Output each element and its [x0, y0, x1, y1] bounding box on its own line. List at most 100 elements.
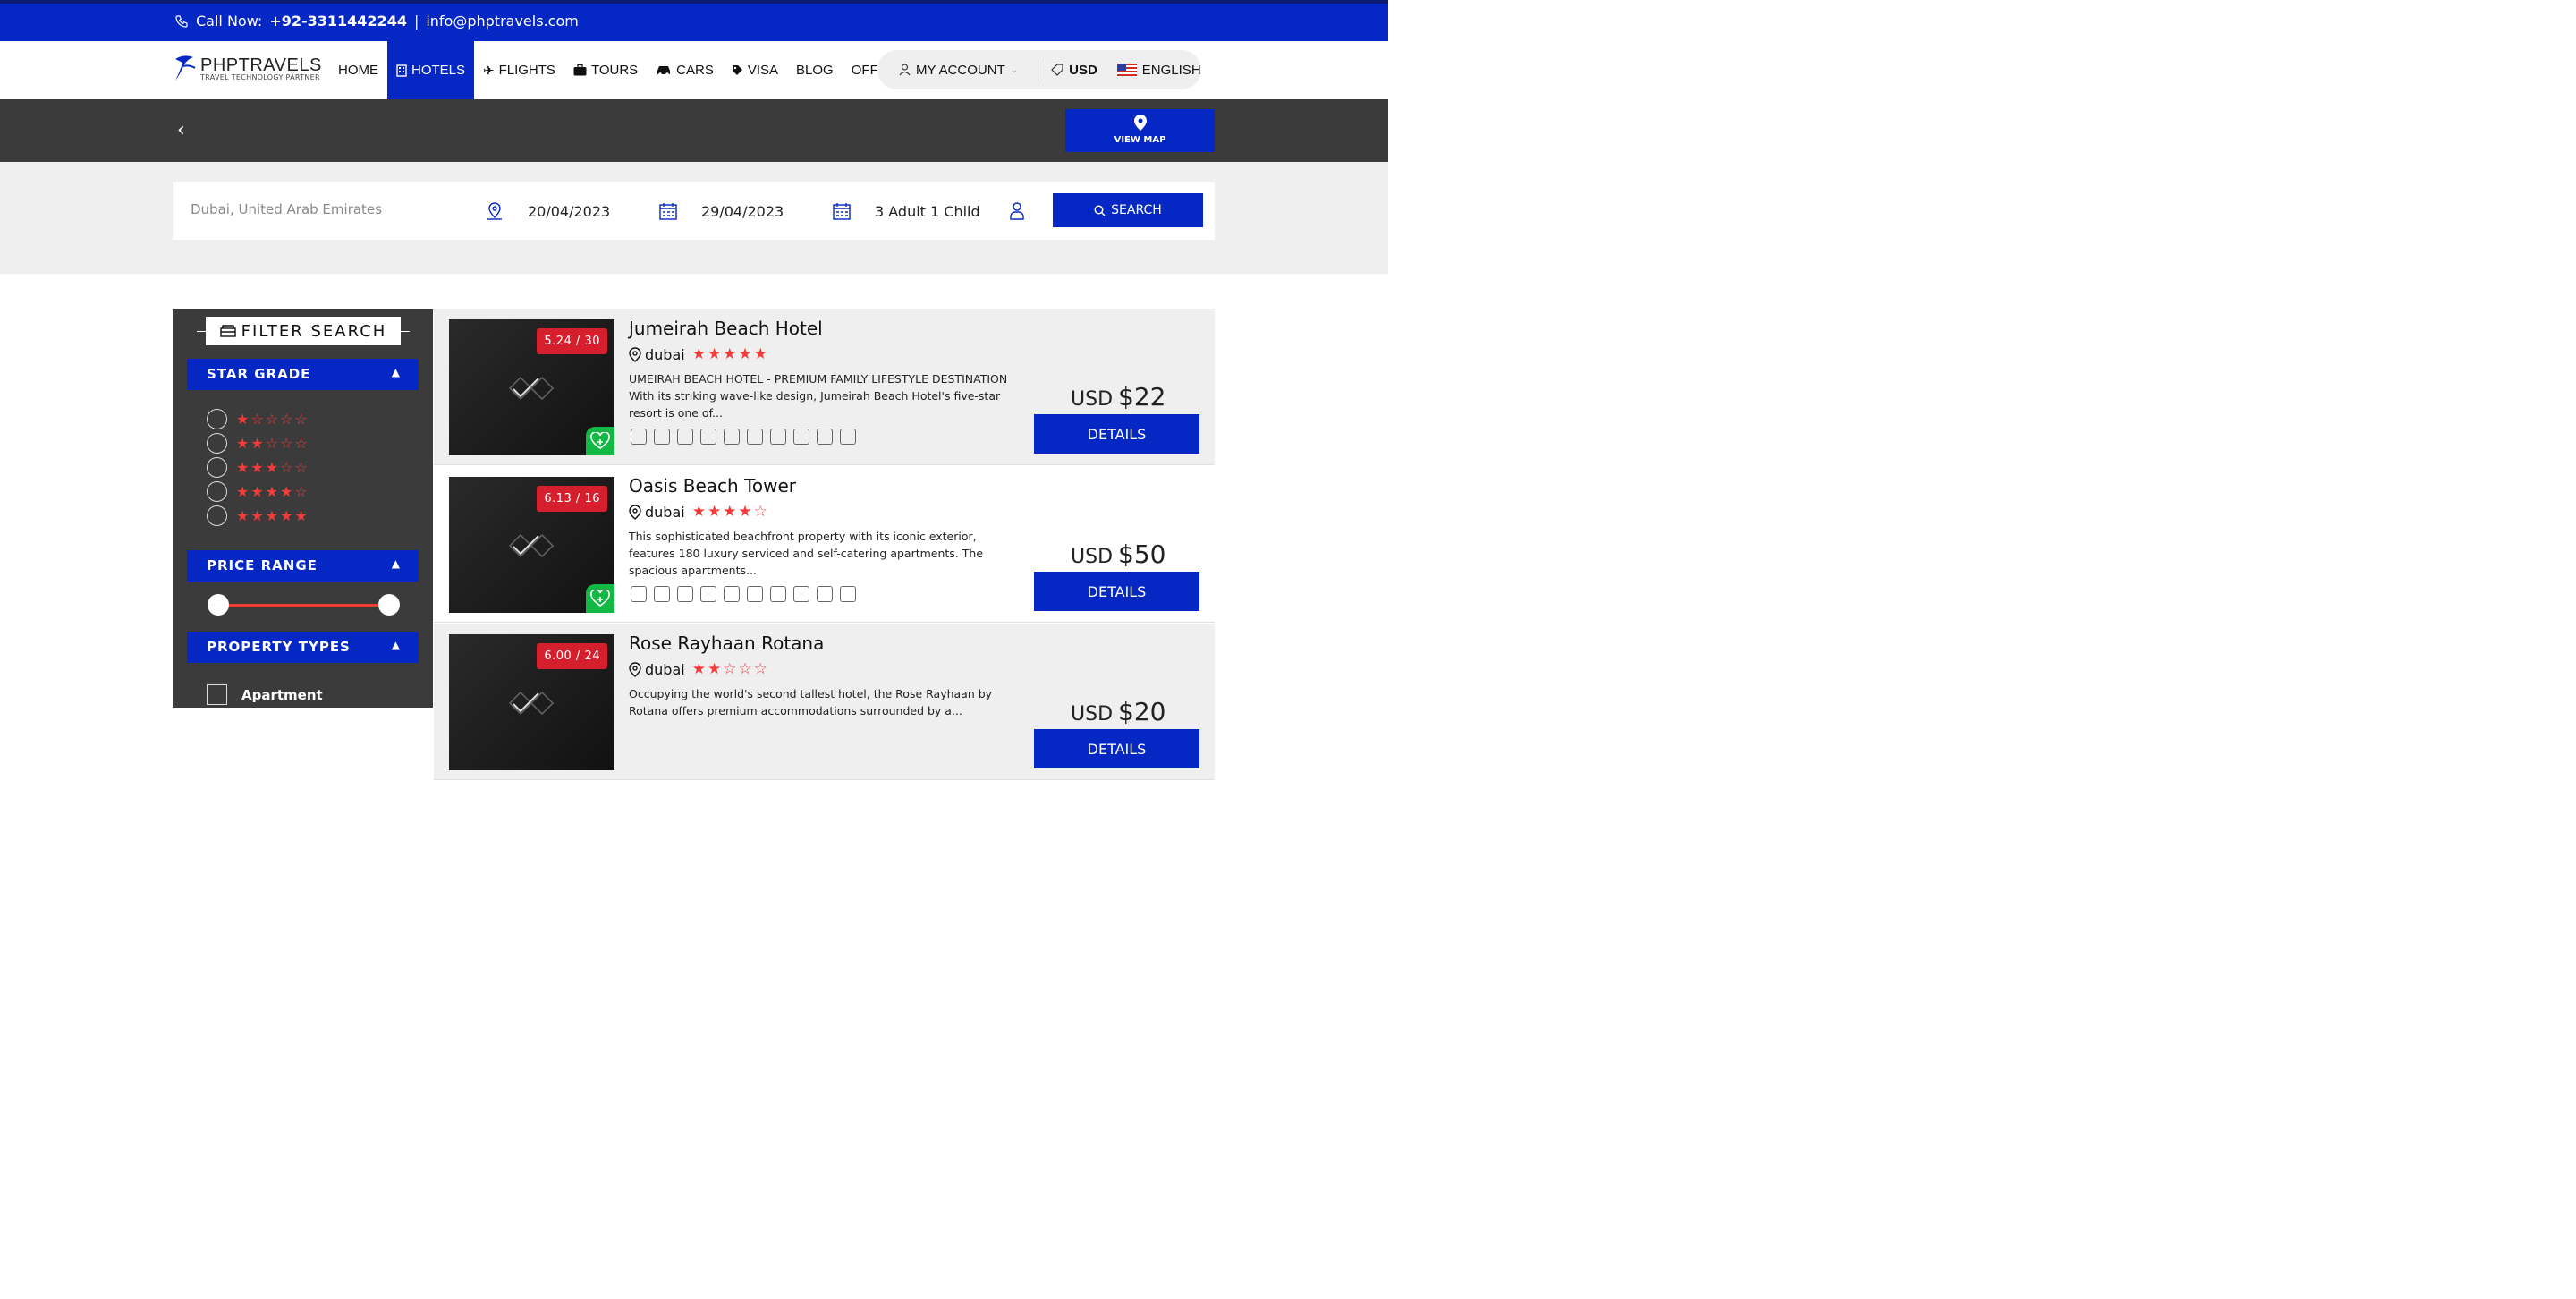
- price-currency: USD: [1071, 546, 1114, 568]
- price-amount: $22: [1118, 382, 1166, 412]
- nav-hotels[interactable]: HOTELS: [387, 41, 475, 99]
- nav-tours-label: TOURS: [590, 63, 639, 78]
- contact-divider: |: [413, 13, 419, 30]
- hotel-stars-icon: ★★★★☆: [691, 503, 769, 521]
- hotel-image[interactable]: 6.00 / 24: [449, 634, 614, 770]
- nav-tours[interactable]: TOURS: [564, 41, 647, 99]
- star-option-1[interactable]: ★☆☆☆☆: [207, 409, 309, 429]
- destination-input[interactable]: Dubai, United Arab Emirates: [191, 201, 382, 217]
- star-radio[interactable]: [207, 457, 227, 478]
- hotel-image[interactable]: 6.13 / 16: [449, 477, 614, 613]
- favorite-heart-icon[interactable]: [586, 427, 614, 455]
- price-currency: USD: [1071, 388, 1114, 411]
- property-types-header[interactable]: PROPERTY TYPES ▲: [187, 632, 419, 663]
- price-range-label: PRICE RANGE: [207, 557, 318, 573]
- nav-home[interactable]: HOME: [329, 41, 387, 99]
- car-icon: [657, 66, 671, 76]
- back-arrow-icon[interactable]: ‹: [177, 119, 185, 141]
- hotel-icon: [396, 64, 407, 77]
- amenities-icons: [631, 586, 856, 602]
- nav-visa[interactable]: VISA: [723, 41, 787, 99]
- nav-flights[interactable]: ✈ FLIGHTS: [474, 41, 564, 99]
- search-button[interactable]: SEARCH: [1053, 193, 1203, 227]
- title-rule-right: [401, 331, 410, 332]
- language-selector[interactable]: ENGLISH: [1116, 62, 1201, 78]
- location-label: dubai: [645, 660, 685, 678]
- person-icon: [1009, 202, 1024, 220]
- hotel-price: USD $20: [1071, 697, 1165, 726]
- details-button[interactable]: DETAILS: [1034, 414, 1199, 454]
- amenity-icon: [724, 429, 740, 445]
- nav-blog-label: BLOG: [796, 63, 834, 78]
- placeholder-logo-icon: [508, 691, 555, 716]
- nav-menu: HOME HOTELS ✈ FLIGHTS TOURS CARS VISA BL…: [329, 41, 915, 99]
- currency-selector[interactable]: USD: [1051, 63, 1097, 78]
- checkin-field[interactable]: 20/04/2023: [485, 201, 610, 221]
- search-button-label: SEARCH: [1111, 203, 1162, 217]
- star-radio[interactable]: [207, 481, 227, 502]
- price-slider-track: [208, 594, 400, 616]
- star-radio[interactable]: [207, 505, 227, 526]
- view-map-button[interactable]: VIEW MAP: [1065, 109, 1215, 152]
- star-radio[interactable]: [207, 433, 227, 454]
- hotel-image[interactable]: 5.24 / 30: [449, 319, 614, 455]
- property-option-apartment[interactable]: Apartment: [207, 684, 323, 705]
- location-pin-icon: [629, 504, 641, 520]
- hotel-stars-icon: ★★☆☆☆: [691, 660, 769, 678]
- price-max-handle[interactable]: [378, 594, 400, 616]
- amenity-icon: [654, 429, 670, 445]
- filter-title: FILTER SEARCH: [206, 317, 401, 345]
- results-header: ‹ VIEW MAP: [0, 99, 1388, 162]
- review-score-badge: 5.24 / 30: [537, 328, 607, 354]
- view-map-label: VIEW MAP: [1114, 135, 1166, 145]
- price-currency: USD: [1071, 703, 1114, 726]
- details-button[interactable]: DETAILS: [1034, 729, 1199, 768]
- star-option-3[interactable]: ★★★☆☆: [207, 457, 309, 478]
- price-range-header[interactable]: PRICE RANGE ▲: [187, 550, 419, 582]
- filter-title-label: FILTER SEARCH: [241, 321, 387, 341]
- nav-cars[interactable]: CARS: [647, 41, 723, 99]
- currency-label: USD: [1069, 62, 1097, 78]
- apartment-label: Apartment: [242, 686, 323, 703]
- amenity-icon: [747, 429, 763, 445]
- price-min-handle[interactable]: [208, 594, 229, 616]
- details-button[interactable]: DETAILS: [1034, 572, 1199, 611]
- page-edge: [1388, 0, 1395, 708]
- site-logo[interactable]: PHPTRAVELS TRAVEL TECHNOLOGY PARTNER: [172, 54, 322, 84]
- star-option-2[interactable]: ★★☆☆☆: [207, 433, 309, 454]
- hotel-name[interactable]: Jumeirah Beach Hotel: [629, 318, 823, 339]
- calendar-icon: [833, 203, 851, 220]
- amenity-icon: [793, 586, 809, 602]
- location-label: dubai: [645, 503, 685, 521]
- phone-number[interactable]: +92-3311442244: [269, 13, 407, 30]
- title-rule-left: [197, 331, 206, 332]
- nav-cars-label: CARS: [676, 63, 714, 78]
- hotel-description: This sophisticated beachfront property w…: [629, 530, 984, 577]
- apartment-checkbox[interactable]: [207, 684, 227, 705]
- my-account-dropdown[interactable]: MY ACCOUNT ⌄: [877, 63, 1018, 78]
- location-label: dubai: [645, 345, 685, 363]
- logo-tagline: TRAVEL TECHNOLOGY PARTNER: [200, 72, 320, 81]
- nav-blog[interactable]: BLOG: [787, 41, 843, 99]
- language-label: ENGLISH: [1141, 62, 1201, 78]
- currency-tag-icon: [1051, 64, 1063, 76]
- email-link[interactable]: info@phptravels.com: [426, 13, 578, 30]
- star-radio[interactable]: [207, 409, 227, 429]
- star-grade-header[interactable]: STAR GRADE ▲: [187, 359, 419, 390]
- hotel-name[interactable]: Rose Rayhaan Rotana: [629, 633, 824, 654]
- star-rating-icon: ★★★★★: [236, 507, 309, 524]
- star-option-5[interactable]: ★★★★★: [207, 505, 309, 526]
- amenity-icon: [817, 429, 833, 445]
- amenity-icon: [677, 429, 693, 445]
- checkout-field[interactable]: 29/04/2023: [658, 201, 784, 221]
- star-option-4[interactable]: ★★★★☆: [207, 481, 309, 502]
- guests-field[interactable]: 3 Adult 1 Child: [832, 201, 1025, 221]
- guests-value: 3 Adult 1 Child: [875, 202, 980, 220]
- main-navbar: PHPTRAVELS TRAVEL TECHNOLOGY PARTNER HOM…: [0, 41, 1388, 99]
- favorite-heart-icon[interactable]: [586, 584, 614, 613]
- amenities-icons: [631, 429, 856, 445]
- top-contact-bar: Call Now: +92-3311442244 | info@phptrave…: [0, 0, 1388, 41]
- star-rating-icon: ★★☆☆☆: [236, 435, 309, 452]
- hotel-name[interactable]: Oasis Beach Tower: [629, 475, 796, 497]
- review-score-badge: 6.00 / 24: [537, 643, 607, 669]
